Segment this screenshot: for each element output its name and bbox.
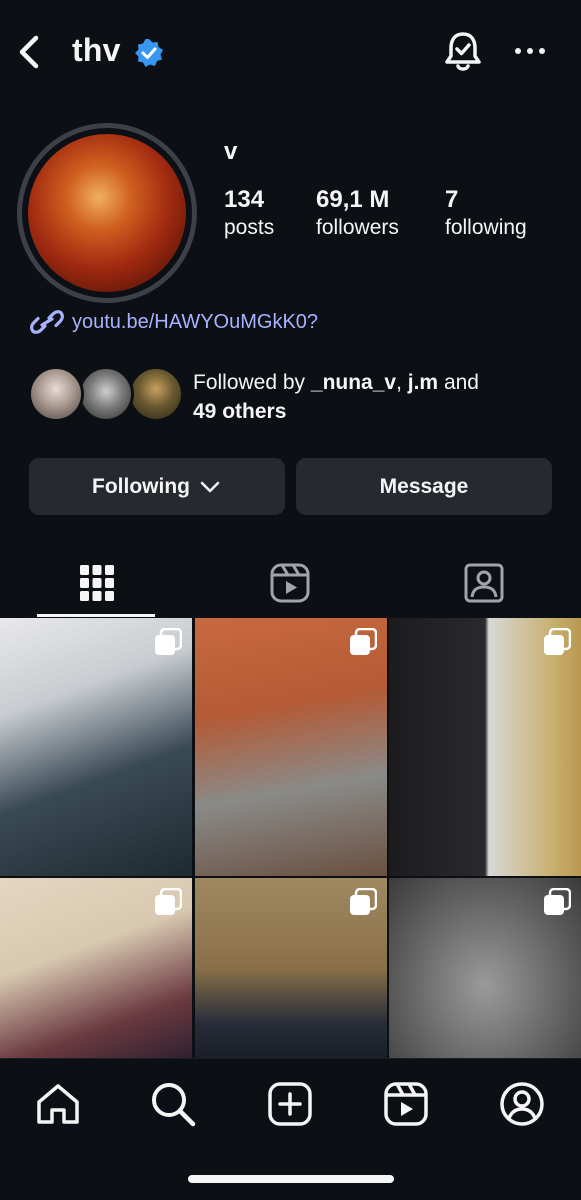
- post-thumbnail[interactable]: [389, 878, 581, 1058]
- multiple-photos-icon: [155, 628, 182, 655]
- stat-posts-value: 134: [224, 186, 265, 213]
- nav-search[interactable]: [148, 1079, 198, 1129]
- followed-by-others: 49 others: [193, 400, 287, 423]
- home-icon: [37, 1084, 79, 1124]
- link-icon: [30, 310, 64, 334]
- profile-link[interactable]: youtu.be/HAWYOuMGkK0?: [30, 304, 318, 340]
- stat-followers-label: followers: [316, 216, 399, 239]
- home-indicator: [188, 1175, 394, 1183]
- multiple-photos-icon: [544, 888, 571, 915]
- post-thumbnail[interactable]: [195, 618, 387, 876]
- stat-following-label: following: [445, 216, 527, 239]
- chevron-down-icon: [200, 481, 220, 492]
- posts-grid: [0, 618, 581, 1058]
- profile-tabs: [0, 548, 581, 618]
- verified-badge-icon: [135, 39, 163, 67]
- stat-posts-label: posts: [224, 216, 275, 239]
- post-thumbnail[interactable]: [389, 618, 581, 876]
- stat-followers[interactable]: 69,1 M followers: [316, 186, 399, 240]
- follower-avatar: [128, 366, 184, 422]
- post-thumbnail[interactable]: [0, 618, 192, 876]
- multiple-photos-icon: [350, 888, 377, 915]
- back-arrow-icon[interactable]: [12, 28, 48, 76]
- top-bar: thv: [0, 20, 581, 84]
- active-tab-indicator: [37, 614, 155, 617]
- grid-icon: [79, 565, 114, 601]
- multiple-photos-icon: [544, 628, 571, 655]
- follower-avatar: [28, 366, 84, 422]
- followed-by-text: Followed by _nuna_v, j.m and 49 others: [193, 368, 479, 426]
- tab-tagged[interactable]: [387, 548, 580, 618]
- nav-reels[interactable]: [381, 1079, 431, 1129]
- post-thumbnail[interactable]: [0, 878, 192, 1058]
- following-button-label: Following: [92, 474, 190, 498]
- stat-posts[interactable]: 134 posts: [224, 186, 274, 240]
- search-icon: [152, 1083, 196, 1127]
- following-button[interactable]: Following: [29, 458, 285, 515]
- reels-tab-icon: [270, 563, 309, 603]
- follower-avatar: [78, 366, 134, 422]
- profile-avatar-image: [28, 134, 186, 292]
- followed-by-mid: and: [438, 371, 479, 394]
- multiple-photos-icon: [155, 888, 182, 915]
- create-icon: [268, 1082, 312, 1126]
- stat-following[interactable]: 7 following: [445, 186, 527, 240]
- tab-reels[interactable]: [193, 548, 386, 618]
- message-button-label: Message: [379, 474, 469, 498]
- profile-link-text: youtu.be/HAWYOuMGkK0?: [72, 310, 319, 333]
- followed-by-user1: _nuna_v: [310, 371, 397, 394]
- message-button[interactable]: Message: [296, 458, 552, 515]
- post-thumbnail[interactable]: [195, 878, 387, 1058]
- notification-bell-icon[interactable]: [440, 28, 486, 76]
- profile-icon: [500, 1082, 544, 1126]
- reels-icon: [384, 1082, 428, 1126]
- stat-following-value: 7: [445, 186, 459, 213]
- followed-by-user2: j.m: [407, 371, 439, 394]
- multiple-photos-icon: [350, 628, 377, 655]
- profile-username: thv: [72, 32, 121, 68]
- stat-followers-value: 69,1 M: [316, 186, 390, 213]
- profile-display-name: v: [224, 138, 238, 165]
- nav-home[interactable]: [33, 1079, 83, 1129]
- tagged-user-icon: [464, 563, 503, 603]
- profile-avatar[interactable]: [17, 123, 197, 303]
- more-options-icon[interactable]: [512, 36, 548, 66]
- followed-by-prefix: Followed by: [193, 371, 311, 394]
- followed-by[interactable]: Followed by _nuna_v, j.m and 49 others: [28, 364, 568, 428]
- tab-grid[interactable]: [0, 548, 193, 618]
- nav-profile[interactable]: [497, 1079, 547, 1129]
- followed-by-separator: ,: [396, 371, 408, 394]
- nav-create[interactable]: [265, 1079, 315, 1129]
